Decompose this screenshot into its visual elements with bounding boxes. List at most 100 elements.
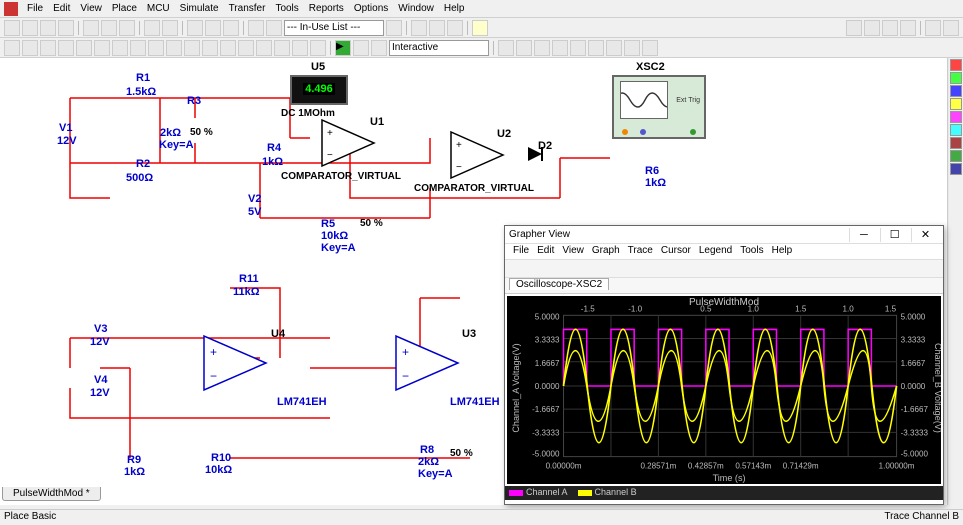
g-text-icon[interactable] [658, 261, 672, 275]
g-redo-icon[interactable] [613, 261, 627, 275]
g-export-icon[interactable] [673, 261, 687, 275]
redo-icon[interactable] [162, 20, 178, 36]
g-open-icon[interactable] [523, 261, 537, 275]
menu-view[interactable]: View [75, 1, 107, 16]
g-print-icon[interactable] [553, 261, 567, 275]
zoom-fit-icon[interactable] [187, 20, 203, 36]
sim-9-icon[interactable] [642, 40, 658, 56]
comp-15-icon[interactable] [256, 40, 272, 56]
sim-2-icon[interactable] [516, 40, 532, 56]
cut-icon[interactable] [83, 20, 99, 36]
undo-icon[interactable] [144, 20, 160, 36]
menu-place[interactable]: Place [107, 1, 142, 16]
menu-help[interactable]: Help [439, 1, 470, 16]
sim-7-icon[interactable] [606, 40, 622, 56]
zoom-region-icon[interactable] [882, 20, 898, 36]
inst-8-icon[interactable] [950, 150, 962, 162]
comp-13-icon[interactable] [220, 40, 236, 56]
maximize-icon[interactable]: ☐ [880, 228, 908, 242]
comp-17-icon[interactable] [292, 40, 308, 56]
comp-6-icon[interactable] [94, 40, 110, 56]
opamp-u1[interactable]: +− [322, 120, 382, 169]
menu-tools[interactable]: Tools [270, 1, 303, 16]
save-icon[interactable] [40, 20, 56, 36]
scope-xsc2[interactable]: Ext Trig [612, 75, 706, 139]
sim-8-icon[interactable] [624, 40, 640, 56]
run-icon[interactable]: ▶ [335, 40, 351, 56]
inst-1-icon[interactable] [950, 59, 962, 71]
g-zoom-icon[interactable] [628, 261, 642, 275]
menu-options[interactable]: Options [349, 1, 393, 16]
toggle-a-icon[interactable] [248, 20, 264, 36]
g-cut-icon[interactable] [568, 261, 582, 275]
stop-icon[interactable] [371, 40, 387, 56]
interactive-combo[interactable] [389, 40, 489, 56]
g-menu-file[interactable]: File [509, 244, 533, 259]
comp-12-icon[interactable] [202, 40, 218, 56]
g-menu-legend[interactable]: Legend [695, 244, 736, 259]
display-u5[interactable]: 4.496 [290, 75, 348, 105]
open-icon[interactable] [22, 20, 38, 36]
zoom-area-icon[interactable] [205, 20, 221, 36]
comp-3-icon[interactable] [40, 40, 56, 56]
grapher-titlebar[interactable]: Grapher View ─ ☐ ✕ [505, 226, 943, 244]
inst-7-icon[interactable] [950, 137, 962, 149]
sim-3-icon[interactable] [534, 40, 550, 56]
g-menu-help[interactable]: Help [768, 244, 797, 259]
tool1-icon[interactable] [411, 20, 427, 36]
g-save-icon[interactable] [538, 261, 552, 275]
minimize-icon[interactable]: ─ [849, 228, 877, 242]
diode-d2[interactable] [528, 147, 550, 164]
zoom-in-icon[interactable] [846, 20, 862, 36]
g-menu-trace[interactable]: Trace [624, 244, 657, 259]
legend-ch-b[interactable]: Channel B [578, 487, 637, 499]
view-list-icon[interactable] [925, 20, 941, 36]
tab-pulsewidthmod[interactable]: PulseWidthMod * [2, 487, 101, 501]
grapher-window[interactable]: Grapher View ─ ☐ ✕ File Edit View Graph … [504, 225, 944, 505]
g-new-icon[interactable] [508, 261, 522, 275]
opamp-u4[interactable]: +− [204, 336, 274, 393]
comp-2-icon[interactable] [22, 40, 38, 56]
toggle-b-icon[interactable] [266, 20, 282, 36]
menu-file[interactable]: File [22, 1, 48, 16]
g-menu-graph[interactable]: Graph [588, 244, 624, 259]
g-copy-icon[interactable] [583, 261, 597, 275]
grapher-plot[interactable]: PulseWidthMod [507, 296, 941, 484]
refresh-icon[interactable] [386, 20, 402, 36]
tool3-icon[interactable] [447, 20, 463, 36]
legend-ch-a[interactable]: Channel A [509, 487, 568, 499]
sim-4-icon[interactable] [552, 40, 568, 56]
print-icon[interactable] [58, 20, 74, 36]
g-cursor-icon[interactable] [643, 261, 657, 275]
comp-9-icon[interactable] [148, 40, 164, 56]
inst-2-icon[interactable] [950, 72, 962, 84]
menu-simulate[interactable]: Simulate [175, 1, 224, 16]
g-menu-edit[interactable]: Edit [533, 244, 558, 259]
zoom-page-icon[interactable] [900, 20, 916, 36]
sim-6-icon[interactable] [588, 40, 604, 56]
zoom-out-icon[interactable] [864, 20, 880, 36]
comp-5-icon[interactable] [76, 40, 92, 56]
inst-5-icon[interactable] [950, 111, 962, 123]
comp-18-icon[interactable] [310, 40, 326, 56]
comp-7-icon[interactable] [112, 40, 128, 56]
inst-3-icon[interactable] [950, 85, 962, 97]
inst-6-icon[interactable] [950, 124, 962, 136]
g-menu-view[interactable]: View [558, 244, 588, 259]
view-grid-icon[interactable] [943, 20, 959, 36]
g-menu-cursor[interactable]: Cursor [657, 244, 695, 259]
g-excel-icon[interactable] [688, 261, 702, 275]
comp-11-icon[interactable] [184, 40, 200, 56]
menu-transfer[interactable]: Transfer [224, 1, 271, 16]
grapher-tab[interactable]: Oscilloscope-XSC2 [509, 278, 609, 290]
sim-5-icon[interactable] [570, 40, 586, 56]
comp-10-icon[interactable] [166, 40, 182, 56]
new-icon[interactable] [4, 20, 20, 36]
menu-reports[interactable]: Reports [304, 1, 349, 16]
g-undo-icon[interactable] [598, 261, 612, 275]
close-icon[interactable]: ✕ [911, 228, 939, 242]
fullscreen-icon[interactable] [223, 20, 239, 36]
inst-4-icon[interactable] [950, 98, 962, 110]
sim-1-icon[interactable] [498, 40, 514, 56]
help-icon[interactable] [472, 20, 488, 36]
